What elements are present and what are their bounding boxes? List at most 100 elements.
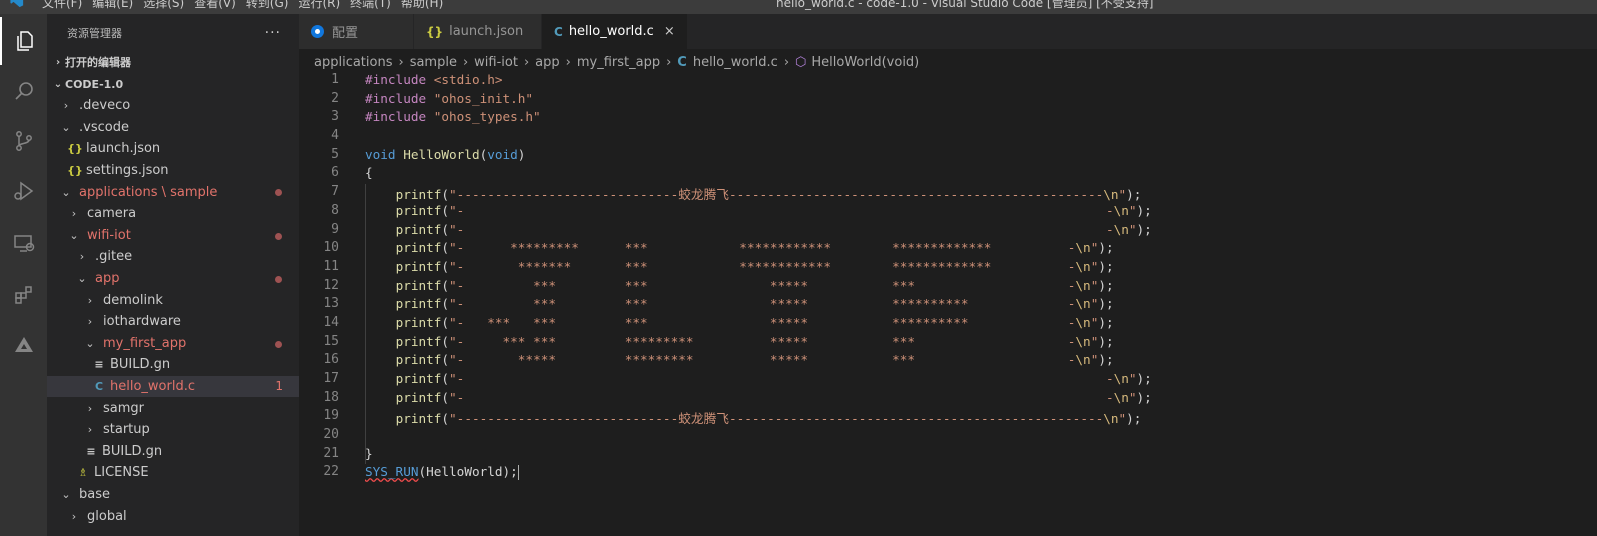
c-file-icon: C — [677, 54, 687, 70]
code-text[interactable]: printf("- -\n"); — [365, 203, 1152, 218]
menu-item[interactable]: 帮助(H) — [399, 0, 451, 11]
c-file-icon: C — [554, 24, 563, 39]
folder-item[interactable]: ⌄ applications \ sample — [47, 181, 299, 203]
breadcrumb-item[interactable]: hello_world.c — [693, 55, 778, 70]
chevron-right-icon: › — [87, 315, 93, 329]
code-text[interactable]: #include <stdio.h> — [365, 72, 503, 87]
tree-item-label: samgr — [103, 400, 144, 416]
chevron-down-icon: ⌄ — [61, 487, 71, 501]
tab-label: launch.json — [449, 24, 524, 39]
code-text[interactable]: printf("- -\n"); — [365, 222, 1152, 237]
code-line: 5 void HelloWorld(void) — [299, 147, 1597, 166]
code-text[interactable]: printf("- *** *** ***** ********** -\n")… — [365, 296, 1114, 311]
tree-item-label: base — [79, 486, 110, 502]
menu-item[interactable]: 选择(S) — [141, 0, 192, 11]
menu-item[interactable]: 终端(T) — [348, 0, 399, 11]
code-text[interactable]: } — [365, 446, 373, 461]
code-line: 4 — [299, 128, 1597, 147]
line-number: 4 — [331, 128, 339, 144]
code-text[interactable]: printf("-----------------------------蛟龙腾… — [365, 408, 1142, 427]
code-text[interactable]: #include "ohos_init.h" — [365, 91, 533, 106]
chevron-right-icon: › — [565, 54, 571, 70]
breadcrumb-item[interactable]: HelloWorld(void) — [811, 55, 919, 70]
folder-item[interactable]: › iothardware — [47, 311, 299, 333]
extensions-icon[interactable] — [0, 271, 47, 319]
code-line: 9 printf("- -\n"); — [299, 222, 1597, 241]
folder-item[interactable]: › samgr — [47, 397, 299, 419]
folder-item[interactable]: › demolink — [47, 289, 299, 311]
code-text[interactable]: SYS_RUN(HelloWorld); — [365, 464, 519, 481]
license-icon: ♗ — [78, 466, 88, 480]
folder-item[interactable]: ⌄ my_first_app — [47, 333, 299, 355]
folder-item[interactable]: › .gitee — [47, 246, 299, 268]
line-number: 5 — [331, 146, 339, 162]
breadcrumb-item[interactable]: app — [535, 55, 559, 70]
json-file-icon: {} — [426, 24, 444, 39]
chevron-right-icon: › — [462, 54, 469, 70]
menu-item[interactable]: 文件(F) — [40, 0, 90, 11]
file-item[interactable]: ≡ BUILD.gn — [47, 354, 299, 376]
tree-item-label: demolink — [103, 292, 163, 308]
file-item[interactable]: {} launch.json — [47, 138, 299, 160]
code-text[interactable]: printf("- ***** ********* ***** *** -\n"… — [365, 352, 1114, 367]
remote-explorer-icon[interactable] — [0, 219, 47, 267]
code-text[interactable]: printf("- ********* *** ************ ***… — [365, 240, 1114, 255]
open-editors-section[interactable]: › 打开的编辑器 — [47, 51, 299, 73]
code-line: 14 printf("- *** *** *** ***** *********… — [299, 315, 1597, 334]
file-item[interactable]: ≡ BUILD.gn — [47, 441, 299, 463]
code-text[interactable]: printf("- *** *** ********* ***** *** -\… — [365, 334, 1114, 349]
code-text[interactable]: { — [365, 165, 373, 180]
menu-item[interactable]: 运行(R) — [296, 0, 348, 11]
source-control-icon[interactable] — [0, 117, 47, 165]
code-text[interactable]: printf("- -\n"); — [365, 390, 1152, 405]
code-text[interactable]: printf("-----------------------------蛟龙腾… — [365, 184, 1142, 203]
run-debug-icon[interactable] — [0, 167, 47, 215]
breadcrumb-item[interactable]: wifi-iot — [474, 55, 518, 70]
deveco-icon[interactable] — [0, 321, 47, 369]
menu-item[interactable]: 查看(V) — [192, 0, 244, 11]
title-bar: 文件(F) 编辑(E) 选择(S) 查看(V) 转到(G) 运行(R) 终端(T) 帮助(H)… — [0, 0, 1597, 14]
modified-dot-icon — [275, 340, 282, 348]
line-number: 3 — [331, 109, 339, 125]
code-text[interactable]: void HelloWorld(void) — [365, 147, 525, 162]
search-icon[interactable] — [0, 67, 47, 115]
line-number: 7 — [331, 184, 339, 200]
folder-item[interactable]: ⌄ .vscode — [47, 117, 299, 139]
code-line: 6{ — [299, 165, 1597, 184]
code-editor[interactable]: 1 #include <stdio.h> 2 #include "ohos_init.… — [299, 72, 1597, 536]
code-line: 18 printf("- -\n"); — [299, 390, 1597, 409]
folder-item[interactable]: ⌄ base — [47, 484, 299, 506]
tree-item-label: BUILD.gn — [110, 357, 171, 373]
breadcrumb-item[interactable]: my_first_app — [577, 55, 660, 70]
file-item[interactable]: Chello_world.c 1 — [47, 375, 299, 398]
editor-tab[interactable]: Chello_world.c × — [542, 14, 688, 49]
file-item[interactable]: ♗ LICENSE — [47, 462, 299, 484]
tree-item-label: wifi-iot — [87, 227, 131, 243]
close-icon[interactable]: × — [664, 24, 675, 39]
folder-item[interactable]: › .deveco — [47, 95, 299, 117]
tree-item-label: BUILD.gn — [102, 443, 163, 459]
file-item[interactable]: {} settings.json — [47, 160, 299, 182]
folder-item[interactable]: › startup — [47, 419, 299, 441]
workspace-section[interactable]: ⌄ CODE-1.0 — [47, 73, 299, 95]
code-text[interactable]: printf("- -\n"); — [365, 371, 1152, 386]
folder-item[interactable]: › camera — [47, 203, 299, 225]
editor-tab[interactable]: 配置 — [299, 14, 414, 49]
folder-item[interactable]: › global — [47, 505, 299, 527]
folder-item[interactable]: ⌄ app — [47, 268, 299, 290]
chevron-right-icon: › — [63, 99, 69, 113]
tree-item-label: my_first_app — [103, 335, 187, 351]
breadcrumb-item[interactable]: sample — [410, 55, 457, 70]
code-text[interactable]: printf("- ******* *** ************ *****… — [365, 259, 1114, 274]
code-text[interactable]: printf("- *** *** *** ***** ********** -… — [365, 315, 1114, 330]
more-actions-icon[interactable]: ··· — [265, 25, 281, 41]
menu-item[interactable]: 转到(G) — [244, 0, 297, 11]
breadcrumb-item[interactable]: applications — [314, 55, 392, 70]
editor-tab[interactable]: {} launch.json — [414, 14, 542, 49]
menu-item[interactable]: 编辑(E) — [90, 0, 141, 11]
line-number: 2 — [331, 90, 339, 106]
explorer-icon[interactable] — [0, 17, 47, 65]
code-text[interactable]: #include "ohos_types.h" — [365, 109, 541, 124]
folder-item[interactable]: ⌄ wifi-iot — [47, 225, 299, 247]
code-text[interactable]: printf("- *** *** ***** *** -\n"); — [365, 278, 1114, 293]
